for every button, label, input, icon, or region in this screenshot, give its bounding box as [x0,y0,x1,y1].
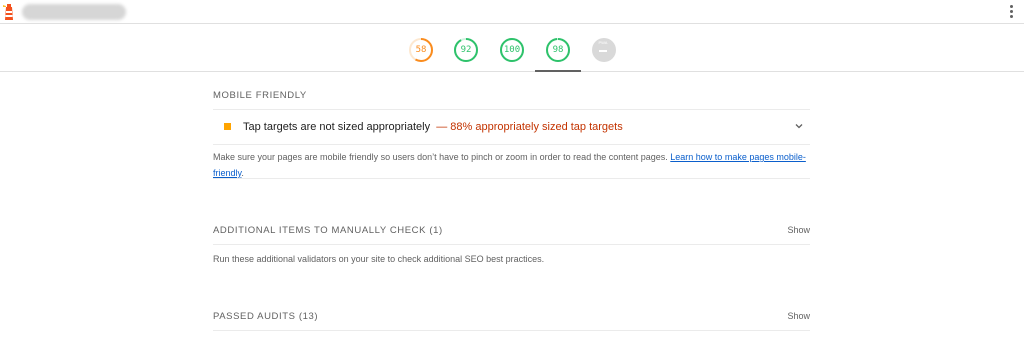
section-title-mobile-friendly: MOBILE FRIENDLY [213,90,307,101]
chevron-down-icon[interactable] [794,121,804,131]
manual-check-description: Run these additional validators on your … [213,254,545,264]
score-gauge-seo[interactable]: 98 [545,37,571,63]
warning-marker-icon [224,123,231,130]
pwa-label: PWA [598,40,608,45]
audit-display-value: — 88% appropriately sized tap targets [436,121,623,133]
score-value: 92 [460,45,472,55]
passed-audits-title: PASSED AUDITS [213,311,296,322]
score-gauge-performance[interactable]: 58 [408,37,434,63]
show-manual-checks-button[interactable]: Show [787,225,810,235]
divider [213,178,810,179]
description-period: . [241,168,244,178]
section-description: Make sure your pages are mobile friendly… [213,149,810,181]
section-title-manual-check: ADDITIONAL ITEMS TO MANUALLY CHECK (1) [213,225,443,236]
show-passed-audits-button[interactable]: Show [787,311,810,321]
divider [213,144,810,145]
score-value: 98 [552,45,564,55]
divider [213,330,810,331]
url-bar-redacted [22,4,126,20]
lighthouse-icon [3,4,13,20]
manual-check-title: ADDITIONAL ITEMS TO MANUALLY CHECK [213,225,427,236]
audit-title: Tap targets are not sized appropriately [243,121,431,133]
description-text: Make sure your pages are mobile friendly… [213,152,668,162]
vertical-dots-icon[interactable] [1010,5,1014,19]
score-value: 100 [503,45,521,55]
pwa-dash-icon [599,50,607,52]
score-gauge-accessibility[interactable]: 92 [453,37,479,63]
score-value: 58 [415,45,427,55]
top-bar [0,0,1024,24]
active-tab-indicator [535,70,581,72]
audit-tap-targets[interactable]: Tap targets are not sized appropriately … [213,110,810,144]
section-title-passed-audits: PASSED AUDITS (13) [213,311,318,322]
manual-check-count: (1) [429,225,443,236]
audit-title-line: Tap targets are not sized appropriately … [243,121,623,133]
score-gauge-best-practices[interactable]: 100 [499,37,525,63]
passed-audits-count: (13) [298,311,319,322]
score-gauges-bar: 58 92 100 98 PWA [0,24,1024,72]
divider [213,244,810,245]
score-gauge-pwa[interactable]: PWA [591,37,617,63]
